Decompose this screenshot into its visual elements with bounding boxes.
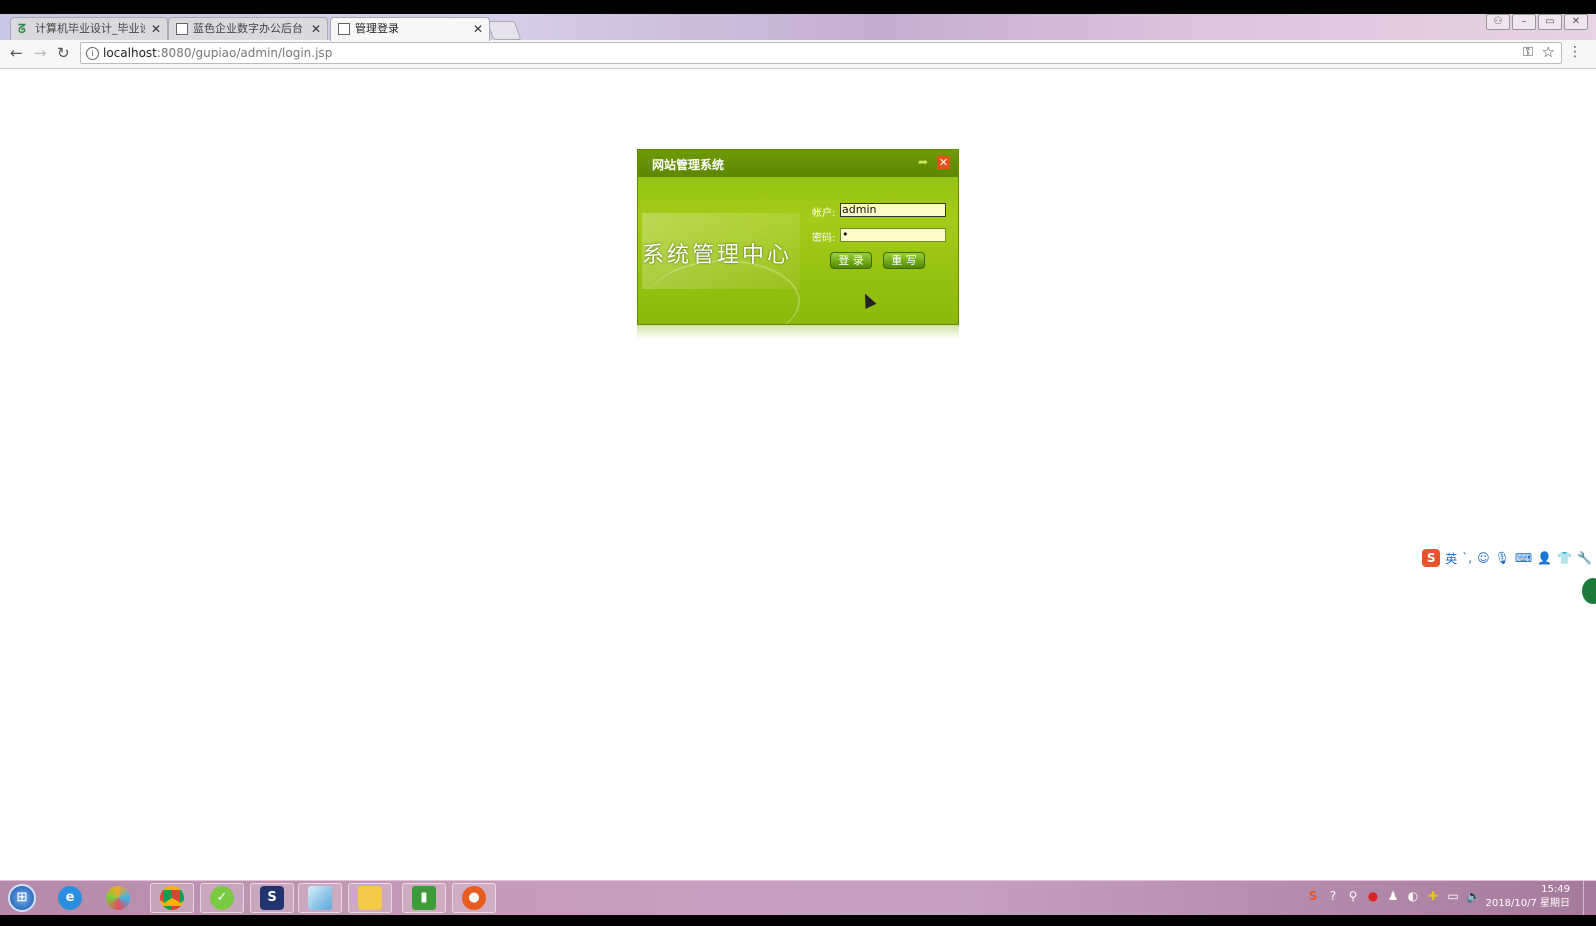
tab-close-icon[interactable]: ✕ bbox=[473, 18, 483, 40]
system-tray: S ? ⚲ ● ♟ ◐ ✚ ▭ 🔈 bbox=[1306, 889, 1481, 903]
tab-close-icon[interactable]: ✕ bbox=[311, 18, 321, 40]
network-status-icon[interactable]: ◐ bbox=[1406, 889, 1420, 903]
menu-icon[interactable]: ⋮ bbox=[1568, 44, 1582, 60]
star-icon[interactable]: ☆ bbox=[1542, 43, 1555, 61]
login-title: 网站管理系统 bbox=[652, 158, 725, 172]
update-icon[interactable]: ✚ bbox=[1426, 889, 1440, 903]
password-input[interactable]: • bbox=[840, 228, 946, 242]
reset-button[interactable]: 重 写 bbox=[883, 252, 925, 269]
browser-tab-strip: ᘔ 计算机毕业设计_毕业设计 ✕ 蓝色企业数字办公后台管 ✕ 管理登录 ✕ ⚇ … bbox=[0, 14, 1596, 41]
usb-icon[interactable]: ⚲ bbox=[1346, 889, 1360, 903]
new-tab-button[interactable] bbox=[486, 21, 522, 40]
tab-close-icon[interactable]: ✕ bbox=[151, 18, 161, 40]
taskbar-chart-app[interactable]: ▮ bbox=[402, 883, 446, 913]
tab-label: 蓝色企业数字办公后台管 bbox=[193, 22, 303, 35]
clock-date: 2018/10/7 星期日 bbox=[1485, 898, 1570, 909]
tab-graduation-design[interactable]: ᘔ 计算机毕业设计_毕业设计 ✕ bbox=[10, 17, 168, 40]
chrome-icon bbox=[160, 886, 184, 910]
skin-icon[interactable]: 👕 bbox=[1557, 551, 1572, 565]
url-path: :8080/gupiao/admin/login.jsp bbox=[156, 46, 333, 60]
emoji-icon[interactable]: ☺ bbox=[1477, 551, 1490, 565]
chart-app-icon: ▮ bbox=[412, 886, 436, 910]
ide-icon: S bbox=[260, 886, 284, 910]
maximize-icon[interactable]: ▭ bbox=[1538, 14, 1562, 30]
system-clock[interactable]: 15:49 2018/10/7 星期日 bbox=[1486, 883, 1570, 911]
tab-label: 计算机毕业设计_毕业设计 bbox=[35, 22, 145, 35]
user-icon[interactable]: 👤 bbox=[1537, 551, 1552, 565]
login-button[interactable]: 登 录 bbox=[830, 252, 872, 269]
address-bar[interactable]: i localhost:8080/gupiao/admin/login.jsp … bbox=[80, 42, 1562, 64]
window-controls: ⚇ – ▭ ✕ bbox=[1486, 14, 1588, 30]
close-icon[interactable]: ✕ bbox=[937, 156, 950, 169]
clock-time: 15:49 bbox=[1541, 884, 1570, 895]
taskbar-recorder[interactable]: ● bbox=[452, 883, 496, 913]
volume-icon[interactable]: 🔈 bbox=[1466, 889, 1481, 903]
minimize-icon[interactable]: – bbox=[1512, 14, 1536, 30]
tab-label: 管理登录 bbox=[355, 22, 399, 35]
login-dialog-shadow bbox=[637, 325, 959, 339]
taskbar-ie[interactable]: e bbox=[48, 883, 92, 913]
monitor-icon[interactable]: ▭ bbox=[1446, 889, 1460, 903]
reload-icon[interactable]: ↻ bbox=[57, 44, 70, 62]
taskbar-eclipse[interactable]: S bbox=[250, 883, 294, 913]
os-taskbar: ⊞ e ✓ S ▮ ● S ? ⚲ ● ♟ ◐ ✚ ▭ 🔈 15:49 2018… bbox=[0, 880, 1596, 915]
microphone-icon[interactable]: 🎙 bbox=[1495, 551, 1510, 565]
sogou-tray-icon[interactable]: S bbox=[1306, 889, 1320, 903]
login-dialog: 网站管理系统 ➦ ✕ 系统管理中心 帐户: admin 密码: • 登 录 重 … bbox=[637, 149, 959, 325]
start-button[interactable]: ⊞ bbox=[0, 883, 44, 913]
sogou-logo-icon[interactable]: S bbox=[1422, 549, 1441, 567]
page-favicon-icon bbox=[176, 23, 188, 35]
taskbar-chrome[interactable] bbox=[150, 883, 194, 913]
show-desktop-button[interactable] bbox=[1583, 881, 1596, 915]
address-url[interactable]: localhost:8080/gupiao/admin/login.jsp bbox=[103, 46, 332, 60]
taskbar-green-app[interactable]: ✓ bbox=[200, 883, 244, 913]
punctuation-icon[interactable]: ˋ, bbox=[1462, 551, 1472, 565]
flower-app-icon bbox=[106, 886, 130, 910]
ime-toolbar: S 英 ˋ, ☺ 🎙 ⌨ 👤 👕 🔧 bbox=[1418, 547, 1596, 569]
key-icon[interactable]: ⚿ bbox=[1523, 45, 1533, 60]
account-input[interactable]: admin bbox=[840, 203, 946, 217]
user-icon[interactable]: ⚇ bbox=[1486, 14, 1510, 30]
keyboard-icon[interactable]: ⌨ bbox=[1515, 551, 1532, 565]
ime-mode-toggle[interactable]: 英 bbox=[1445, 550, 1457, 567]
browser-toolbar: ← → ↻ i localhost:8080/gupiao/admin/logi… bbox=[0, 40, 1596, 69]
green-app-icon: ✓ bbox=[210, 886, 234, 910]
recorder-icon: ● bbox=[462, 886, 486, 910]
folder-icon bbox=[358, 886, 382, 910]
forward-icon[interactable]: → bbox=[34, 44, 47, 62]
back-icon[interactable]: ← bbox=[10, 44, 23, 62]
taskbar-app-flower[interactable] bbox=[96, 883, 140, 913]
site-favicon-icon: ᘔ bbox=[18, 22, 26, 36]
taskbar-explorer[interactable] bbox=[348, 883, 392, 913]
close-window-icon[interactable]: ✕ bbox=[1564, 14, 1588, 30]
wrench-icon[interactable]: 🔧 bbox=[1577, 551, 1592, 565]
back-arrow-icon[interactable]: ➦ bbox=[918, 155, 928, 169]
tab-blue-office[interactable]: 蓝色企业数字办公后台管 ✕ bbox=[168, 17, 328, 40]
banner-text: 系统管理中心 bbox=[642, 243, 793, 268]
account-label: 帐户: bbox=[812, 208, 836, 219]
url-host: localhost bbox=[103, 46, 157, 60]
page-favicon-icon bbox=[338, 23, 350, 35]
editor-icon bbox=[308, 886, 332, 910]
password-label: 密码: bbox=[812, 233, 836, 244]
info-icon[interactable]: i bbox=[86, 47, 99, 60]
windows-logo-icon: ⊞ bbox=[8, 884, 36, 912]
help-icon[interactable]: ? bbox=[1326, 889, 1340, 903]
login-header: 网站管理系统 ➦ ✕ bbox=[638, 150, 958, 177]
ie-icon: e bbox=[58, 886, 82, 910]
security-icon[interactable]: ● bbox=[1366, 889, 1380, 903]
taskbar-editor[interactable] bbox=[298, 883, 342, 913]
tab-admin-login[interactable]: 管理登录 ✕ bbox=[330, 17, 490, 41]
qq-icon[interactable]: ♟ bbox=[1386, 889, 1400, 903]
